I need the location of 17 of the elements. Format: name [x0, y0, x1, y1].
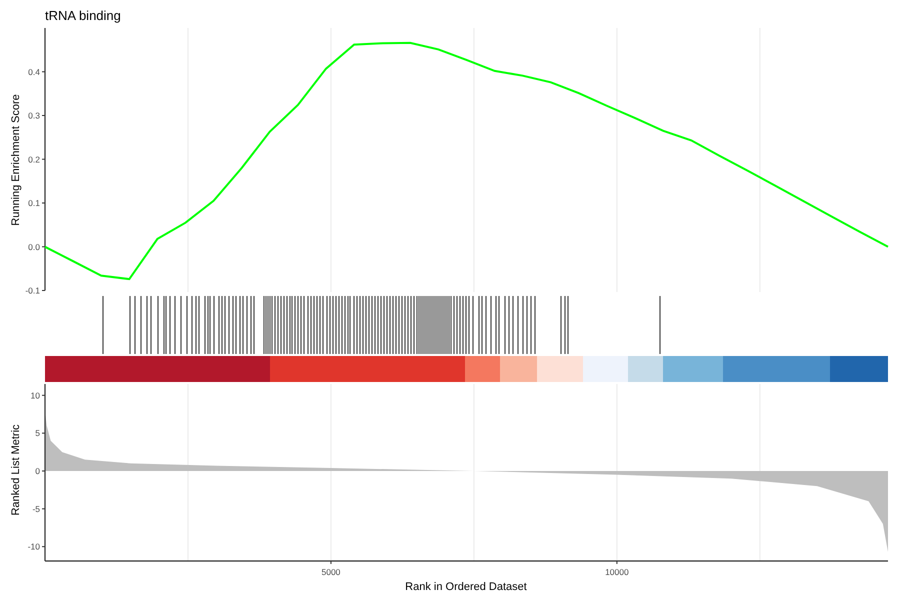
y-axis-label: Ranked List Metric: [10, 424, 22, 516]
tick-label: 0.3: [28, 110, 40, 120]
tick-label: 5: [35, 428, 40, 438]
tick-label: 0.0: [28, 242, 40, 252]
tick-label: -5: [32, 504, 40, 514]
tick-label: 0: [35, 466, 40, 476]
chart-title: tRNA binding: [44, 7, 121, 25]
tick-label: 10000: [605, 567, 629, 577]
tick-label: 0.2: [28, 154, 40, 164]
y-axis-label: Running Enrichment Score: [10, 94, 22, 226]
tick-label: 0.1: [28, 198, 40, 208]
tick-label: 10: [30, 390, 40, 400]
tick-label: -0.1: [25, 286, 40, 296]
tick-label: -10: [28, 542, 40, 552]
x-axis-label: Rank in Ordered Dataset: [405, 581, 527, 593]
tick-label: 5000: [322, 567, 340, 577]
tick-label: 0.4: [28, 66, 40, 77]
